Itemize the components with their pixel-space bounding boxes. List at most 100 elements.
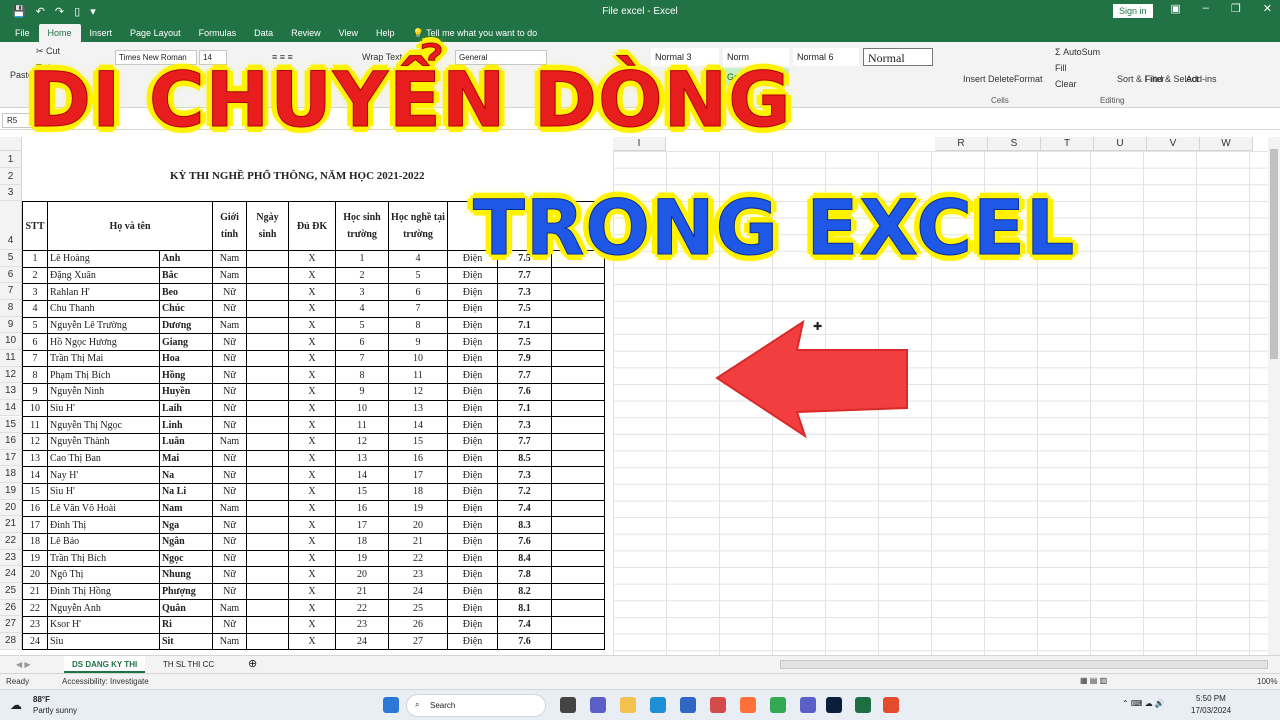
table-cell[interactable]: 15 <box>335 482 389 501</box>
table-cell[interactable]: 13 <box>388 399 448 418</box>
table-cell[interactable] <box>551 449 605 468</box>
table-cell[interactable]: Nữ <box>212 366 247 385</box>
table-cell[interactable] <box>246 299 289 318</box>
style-normal[interactable]: Normal <box>863 48 933 66</box>
table-cell[interactable]: 22 <box>22 599 48 618</box>
sheet-tab-ds-dang-ky-thi[interactable]: DS DANG KY THI <box>64 656 146 673</box>
table-cell[interactable]: Điện <box>447 333 498 351</box>
save-icon[interactable]: 💾 <box>12 5 26 18</box>
table-cell[interactable]: Nam <box>212 250 247 268</box>
table-cell[interactable]: Nguyễn Thị Ngọc <box>47 416 160 435</box>
table-cell[interactable]: Nữ <box>212 482 247 501</box>
row-header[interactable]: 10 <box>0 333 22 350</box>
row-header[interactable]: 6 <box>0 266 22 284</box>
table-cell[interactable]: 6 <box>22 333 48 351</box>
table-cell[interactable]: 10 <box>335 399 389 418</box>
table-cell[interactable] <box>551 499 605 518</box>
table-cell[interactable] <box>551 632 605 651</box>
table-cell[interactable]: 13 <box>22 449 48 468</box>
table-cell[interactable]: Nữ <box>212 532 247 551</box>
table-cell[interactable] <box>551 466 605 484</box>
row-header[interactable]: 19 <box>0 483 22 500</box>
table-cell[interactable]: 8.1 <box>497 599 552 618</box>
table-cell[interactable]: Trần Thị Mai <box>47 349 160 368</box>
format-cells-button[interactable]: Format <box>1014 74 1043 84</box>
table-cell[interactable]: 2 <box>22 266 48 285</box>
column-header-s[interactable]: S <box>988 137 1041 151</box>
table-cell[interactable]: Nữ <box>212 383 247 401</box>
table-cell[interactable]: 7.5 <box>497 299 552 318</box>
table-cell[interactable]: 12 <box>388 383 448 401</box>
tab-home[interactable]: Home <box>38 24 81 42</box>
tab-formulas[interactable]: Formulas <box>190 24 246 42</box>
table-cell[interactable]: X <box>288 549 336 568</box>
table-cell[interactable]: 7 <box>335 349 389 368</box>
table-cell[interactable]: 21 <box>335 582 389 601</box>
header-school[interactable]: Học sinh trường <box>335 201 389 251</box>
table-cell[interactable]: Bắc <box>158 266 214 285</box>
table-cell[interactable]: Nữ <box>212 466 247 484</box>
table-cell[interactable] <box>551 349 605 368</box>
table-cell[interactable]: Dương <box>158 316 214 335</box>
table-cell[interactable]: Huyền <box>158 383 214 401</box>
table-cell[interactable] <box>246 549 289 568</box>
table-cell[interactable]: X <box>288 250 336 268</box>
autosum-button[interactable]: Σ AutoSum <box>1055 47 1100 57</box>
table-cell[interactable]: X <box>288 349 336 368</box>
table-cell[interactable]: 8.3 <box>497 516 552 534</box>
table-cell[interactable] <box>551 516 605 534</box>
table-cell[interactable]: 21 <box>388 532 448 551</box>
table-cell[interactable]: 11 <box>335 416 389 435</box>
table-cell[interactable]: 7.9 <box>497 349 552 368</box>
table-cell[interactable]: Nữ <box>212 549 247 568</box>
table-cell[interactable]: Điện <box>447 632 498 651</box>
table-cell[interactable]: Anh <box>158 250 214 268</box>
table-cell[interactable]: X <box>288 383 336 401</box>
table-cell[interactable] <box>246 616 289 634</box>
table-cell[interactable]: 19 <box>388 499 448 518</box>
table-cell[interactable]: Điện <box>447 366 498 385</box>
select-all-corner[interactable] <box>0 137 22 151</box>
table-cell[interactable] <box>246 316 289 335</box>
table-cell[interactable]: Hồng <box>158 366 214 385</box>
table-cell[interactable]: Nguyễn Lê Trường <box>47 316 160 335</box>
table-cell[interactable] <box>246 532 289 551</box>
view-buttons[interactable]: ▦ ▤ ▥ <box>1080 676 1107 685</box>
row-header[interactable]: 25 <box>0 583 22 600</box>
table-cell[interactable]: Nga <box>158 516 214 534</box>
row-header[interactable]: 3 <box>0 185 22 201</box>
table-cell[interactable]: 15 <box>388 433 448 451</box>
table-cell[interactable]: 21 <box>22 582 48 601</box>
table-cell[interactable]: X <box>288 499 336 518</box>
table-cell[interactable]: X <box>288 616 336 634</box>
table-cell[interactable] <box>246 449 289 468</box>
table-cell[interactable]: Nữ <box>212 416 247 435</box>
table-cell[interactable]: Trần Thị Bích <box>47 549 160 568</box>
table-cell[interactable]: Lê Bảo <box>47 532 160 551</box>
column-header-u[interactable]: U <box>1094 137 1147 151</box>
table-cell[interactable]: 23 <box>388 566 448 584</box>
table-cell[interactable]: 7.4 <box>497 616 552 634</box>
table-cell[interactable]: Nam <box>212 499 247 518</box>
weather-temp[interactable]: 88°F <box>33 695 50 704</box>
table-cell[interactable]: 7.1 <box>497 399 552 418</box>
row-header[interactable]: 15 <box>0 416 22 434</box>
table-cell[interactable]: 9 <box>22 383 48 401</box>
table-cell[interactable]: Siu <box>47 632 160 651</box>
row-header[interactable]: 14 <box>0 399 22 417</box>
table-cell[interactable] <box>551 549 605 568</box>
table-cell[interactable]: Na Li <box>158 482 214 501</box>
table-cell[interactable] <box>246 466 289 484</box>
table-cell[interactable]: Phượng <box>158 582 214 601</box>
table-cell[interactable]: 7.8 <box>497 566 552 584</box>
table-cell[interactable] <box>246 433 289 451</box>
table-cell[interactable]: Nữ <box>212 283 247 301</box>
close-icon[interactable]: ✕ <box>1263 2 1272 15</box>
clock-date[interactable]: 17/03/2024 <box>1191 706 1231 715</box>
table-cell[interactable] <box>246 632 289 651</box>
sign-in-button[interactable]: Sign in <box>1113 4 1153 18</box>
table-cell[interactable]: Điện <box>447 516 498 534</box>
chrome-icon[interactable] <box>770 697 786 713</box>
table-cell[interactable]: Sit <box>158 632 214 651</box>
table-cell[interactable]: Ngô Thị <box>47 566 160 584</box>
